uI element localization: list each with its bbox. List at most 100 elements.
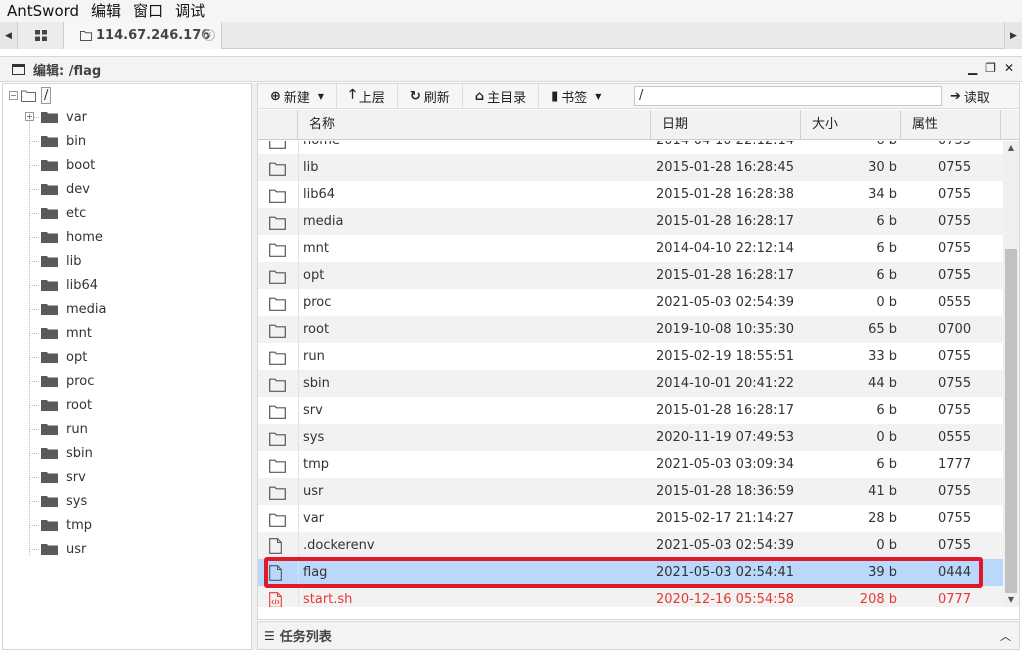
folder-icon [41, 303, 58, 315]
tree-item[interactable]: boot [41, 154, 95, 176]
tree-item[interactable]: tmp [41, 514, 92, 536]
tree-item[interactable]: etc [41, 202, 86, 224]
menu-edit[interactable]: 编辑 [85, 0, 127, 22]
tree-item[interactable]: sys [41, 490, 87, 512]
menu-window[interactable]: 窗口 [127, 0, 169, 22]
tree-item[interactable]: srv [41, 466, 86, 488]
tree-item[interactable]: bin [41, 130, 86, 152]
tree-guide-line [29, 309, 39, 310]
bookmark-button[interactable]: ▮ 书签 ▼ [539, 84, 613, 109]
menu-app[interactable]: AntSword [0, 0, 85, 22]
file-date: 2015-01-28 18:36:59 [656, 484, 795, 499]
tree-item[interactable]: lib64 [41, 274, 98, 296]
tree-item[interactable]: dev [41, 178, 90, 200]
tab-home[interactable] [18, 22, 64, 49]
column-header-date[interactable]: 日期 [651, 110, 801, 140]
table-row[interactable]: media 2015-01-28 16:28:17 6 b 0755 [258, 208, 1003, 235]
file-attr: 0755 [938, 511, 972, 526]
file-attr: 0755 [938, 187, 972, 202]
table-row[interactable]: flag 2021-05-03 02:54:41 39 b 0444 [258, 559, 1003, 586]
table-row[interactable]: srv 2015-01-28 16:28:17 6 b 0755 [258, 397, 1003, 424]
folder-icon [41, 231, 58, 243]
toolbar: ⊕ 新建 ▼ 🡑 上层 ↻ 刷新 ⌂ 主目录 ▮ 书签 ▼ / ➔ 读取 [258, 83, 1019, 109]
table-row[interactable]: root 2019-10-08 10:35:30 65 b 0700 [258, 316, 1003, 343]
column-header-size[interactable]: 大小 [801, 110, 901, 140]
row-divider [298, 451, 299, 478]
file-attr: 0777 [938, 592, 972, 607]
bookmark-icon: ▮ [551, 88, 559, 104]
chevron-up-icon[interactable]: ︿ [1000, 628, 1011, 644]
scrollbar-thumb[interactable] [1005, 249, 1017, 593]
table-row[interactable]: sys 2020-11-19 07:49:53 0 b 0555 [258, 424, 1003, 451]
expand-icon[interactable]: + [25, 112, 34, 121]
file-size: 65 b [868, 322, 897, 337]
table-row[interactable]: lib 2015-01-28 16:28:45 30 b 0755 [258, 154, 1003, 181]
tree-item[interactable]: home [41, 226, 103, 248]
tree-item[interactable]: sbin [41, 442, 93, 464]
tree-item[interactable]: var [41, 106, 87, 128]
minimize-icon[interactable]: ▁ [968, 61, 977, 75]
menu-debug[interactable]: 调试 [169, 0, 211, 22]
tree-item[interactable]: usr [41, 538, 86, 560]
file-manager-panel: ⊕ 新建 ▼ 🡑 上层 ↻ 刷新 ⌂ 主目录 ▮ 书签 ▼ / ➔ 读取 名称 … [257, 83, 1020, 620]
refresh-button[interactable]: ↻ 刷新 [398, 83, 463, 109]
table-row[interactable]: usr 2015-01-28 18:36:59 41 b 0755 [258, 478, 1003, 505]
restore-icon[interactable]: ❐ [985, 61, 996, 75]
tree-guide-line [29, 114, 30, 556]
table-row[interactable]: run 2015-02-19 18:55:51 33 b 0755 [258, 343, 1003, 370]
home-button[interactable]: ⌂ 主目录 [463, 83, 540, 109]
close-icon[interactable]: ✕ [1004, 61, 1014, 75]
tab-scroll-right-icon[interactable]: ▶ [1004, 22, 1022, 49]
row-divider [298, 424, 299, 451]
table-row[interactable]: sbin 2014-10-01 20:41:22 44 b 0755 [258, 370, 1003, 397]
table-row[interactable]: home 2014-04-10 22:12:14 6 b 0755 [258, 141, 1003, 154]
table-row[interactable]: lib64 2015-01-28 16:28:38 34 b 0755 [258, 181, 1003, 208]
read-button[interactable]: ➔ 读取 [950, 84, 990, 109]
read-label: 读取 [963, 91, 990, 106]
folder-icon [41, 495, 58, 507]
scroll-up-icon[interactable]: ▲ [1003, 141, 1019, 155]
up-button[interactable]: 🡑 上层 [337, 83, 398, 109]
file-size: 6 b [876, 214, 897, 229]
table-row[interactable]: .dockerenv 2021-05-03 02:54:39 0 b 0755 [258, 532, 1003, 559]
folder-icon [269, 159, 287, 176]
table-row[interactable]: start.sh 2020-12-16 05:54:58 208 b 0777 [258, 586, 1003, 607]
file-name: mnt [303, 241, 329, 256]
file-name: srv [303, 403, 323, 418]
file-date: 2015-01-28 16:28:17 [656, 403, 795, 418]
collapse-icon[interactable]: − [9, 91, 18, 100]
column-header-name[interactable]: 名称 [298, 110, 651, 140]
tree-item[interactable]: lib [41, 250, 81, 272]
table-row[interactable]: proc 2021-05-03 02:54:39 0 b 0555 [258, 289, 1003, 316]
column-header-icon[interactable] [258, 110, 298, 140]
tab-remote-host[interactable]: 114.67.246.176 ✕ [64, 22, 222, 49]
new-button[interactable]: ⊕ 新建 ▼ [258, 83, 338, 109]
tree-item[interactable]: root [41, 394, 92, 416]
table-row[interactable]: tmp 2021-05-03 03:09:34 6 b 1777 [258, 451, 1003, 478]
file-name: opt [303, 268, 325, 283]
tree-item[interactable]: run [41, 418, 88, 440]
tree-item[interactable]: mnt [41, 322, 92, 344]
row-divider [298, 141, 299, 154]
tree-item[interactable]: proc [41, 370, 94, 392]
scroll-down-icon[interactable]: ▼ [1003, 593, 1019, 607]
file-icon [269, 564, 287, 581]
column-header-attr[interactable]: 属性 [901, 110, 1001, 140]
tree-root[interactable]: − / [9, 87, 52, 104]
up-label: 上层 [358, 90, 385, 106]
tree-item-label: dev [66, 181, 90, 197]
tree-item-label: var [66, 109, 88, 125]
vertical-scrollbar[interactable]: ▲ ▼ [1003, 141, 1019, 607]
folder-icon [41, 255, 58, 267]
tree-item-label: opt [66, 349, 88, 365]
tab-close-icon[interactable]: ✕ [203, 29, 215, 41]
chevron-down-icon: ▼ [317, 91, 325, 101]
path-input[interactable]: / [634, 86, 942, 106]
table-row[interactable]: var 2015-02-17 21:14:27 28 b 0755 [258, 505, 1003, 532]
task-list-bar[interactable]: ☰ 任务列表 ︿ [257, 621, 1020, 650]
tree-item[interactable]: opt [41, 346, 87, 368]
tab-scroll-left-icon[interactable]: ◀ [0, 22, 18, 49]
table-row[interactable]: mnt 2014-04-10 22:12:14 6 b 0755 [258, 235, 1003, 262]
tree-item[interactable]: media [41, 298, 107, 320]
table-row[interactable]: opt 2015-01-28 16:28:17 6 b 0755 [258, 262, 1003, 289]
